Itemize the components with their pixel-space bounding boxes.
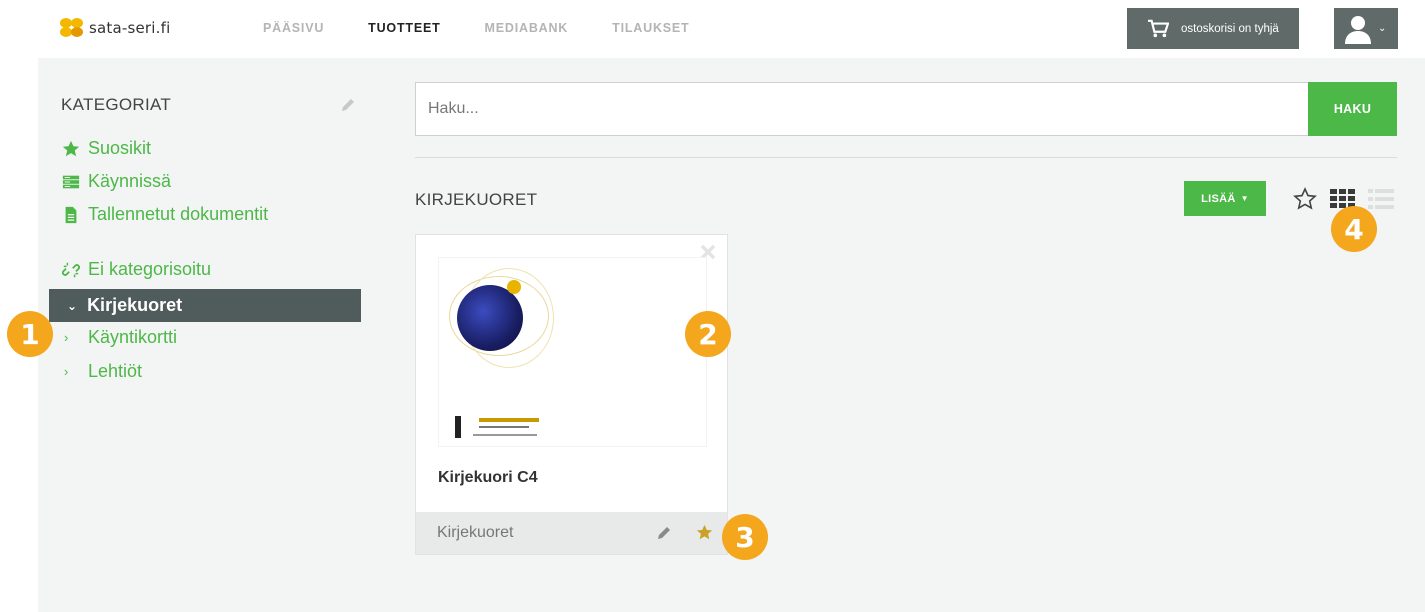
- search-input[interactable]: [416, 83, 1308, 135]
- sidebar-category-kayntikortti[interactable]: › Käyntikortti: [64, 327, 177, 348]
- top-bar: sata-seri.fi PÄÄSIVU TUOTTEET MEDIABANK …: [0, 0, 1425, 58]
- edit-categories-pencil-icon[interactable]: [340, 97, 356, 113]
- product-card[interactable]: Kirjekuori C4 Kirjekuoret: [415, 234, 728, 555]
- logo-icon: [60, 18, 84, 38]
- user-menu-button[interactable]: ⌄: [1334, 8, 1398, 49]
- sidebar-item-label: Tallennetut dokumentit: [88, 204, 269, 224]
- document-icon: [65, 206, 77, 223]
- star-icon: [62, 140, 80, 156]
- user-avatar-icon: [1345, 15, 1371, 44]
- search-button[interactable]: HAKU: [1308, 82, 1397, 136]
- product-thumbnail[interactable]: [438, 257, 707, 447]
- logo-text: sata-seri.fi: [89, 19, 171, 37]
- callout-marker-1: 1: [7, 311, 53, 357]
- favorites-filter-star-icon[interactable]: [1293, 187, 1317, 211]
- sidebar-category-lehtiot[interactable]: › Lehtiöt: [64, 361, 142, 382]
- caret-down-icon: ▼: [1240, 194, 1249, 203]
- cart-label: ostoskorisi on tyhjä: [1181, 22, 1279, 35]
- main-nav: PÄÄSIVU TUOTTEET MEDIABANK TILAUKSET: [263, 21, 689, 35]
- sidebar-item-in-progress[interactable]: Käynnissä: [62, 171, 171, 192]
- section-title: KIRJEKUORET: [415, 190, 538, 209]
- favorite-star-icon[interactable]: [696, 524, 713, 541]
- add-label: LISÄÄ: [1201, 192, 1236, 205]
- add-dropdown-button[interactable]: LISÄÄ ▼: [1184, 181, 1266, 216]
- cart-icon: [1148, 19, 1169, 37]
- nav-mediabank[interactable]: MEDIABANK: [485, 21, 569, 35]
- nav-paasivu[interactable]: PÄÄSIVU: [263, 21, 324, 35]
- logo[interactable]: sata-seri.fi: [60, 18, 171, 38]
- chevron-down-icon: ⌄: [67, 298, 78, 313]
- nav-tuotteet[interactable]: TUOTTEET: [368, 21, 440, 35]
- callout-marker-3: 3: [722, 514, 768, 560]
- product-category-label: Kirjekuoret: [437, 524, 514, 541]
- product-title[interactable]: Kirjekuori C4: [438, 469, 538, 487]
- chevron-right-icon: ›: [64, 330, 69, 345]
- product-card-footer: Kirjekuoret: [416, 512, 727, 554]
- search-bar: HAKU: [415, 82, 1397, 136]
- sidebar-category-label: Kirjekuoret: [87, 295, 183, 315]
- sidebar-item-saved-documents[interactable]: Tallennetut dokumentit: [62, 204, 268, 225]
- sidebar-title: KATEGORIAT: [61, 95, 172, 114]
- sidebar-category-kirjekuoret[interactable]: ⌄ Kirjekuoret: [49, 289, 361, 322]
- unlink-icon: [62, 262, 80, 277]
- callout-marker-4: 4: [1331, 206, 1377, 252]
- sidebar-item-label: Käynnissä: [88, 171, 172, 191]
- divider: [415, 157, 1397, 158]
- list-view-icon[interactable]: [1368, 189, 1394, 209]
- stack-icon: [62, 175, 80, 188]
- chevron-down-icon: ⌄: [1378, 23, 1387, 34]
- sidebar-item-uncategorized[interactable]: Ei kategorisoitu: [62, 259, 211, 280]
- sidebar-category-label: Käyntikortti: [88, 327, 178, 347]
- cart-button[interactable]: ostoskorisi on tyhjä: [1127, 8, 1299, 49]
- nav-tilaukset[interactable]: TILAUKSET: [612, 21, 689, 35]
- callout-marker-2: 2: [685, 311, 731, 357]
- sidebar-item-label: Ei kategorisoitu: [88, 259, 212, 279]
- sidebar-item-favorites[interactable]: Suosikit: [62, 138, 151, 159]
- globe-artwork: [457, 285, 523, 351]
- edit-pencil-icon[interactable]: [656, 525, 672, 541]
- sidebar-item-label: Suosikit: [88, 138, 152, 158]
- sidebar-category-label: Lehtiöt: [88, 361, 143, 381]
- chevron-right-icon: ›: [64, 364, 69, 379]
